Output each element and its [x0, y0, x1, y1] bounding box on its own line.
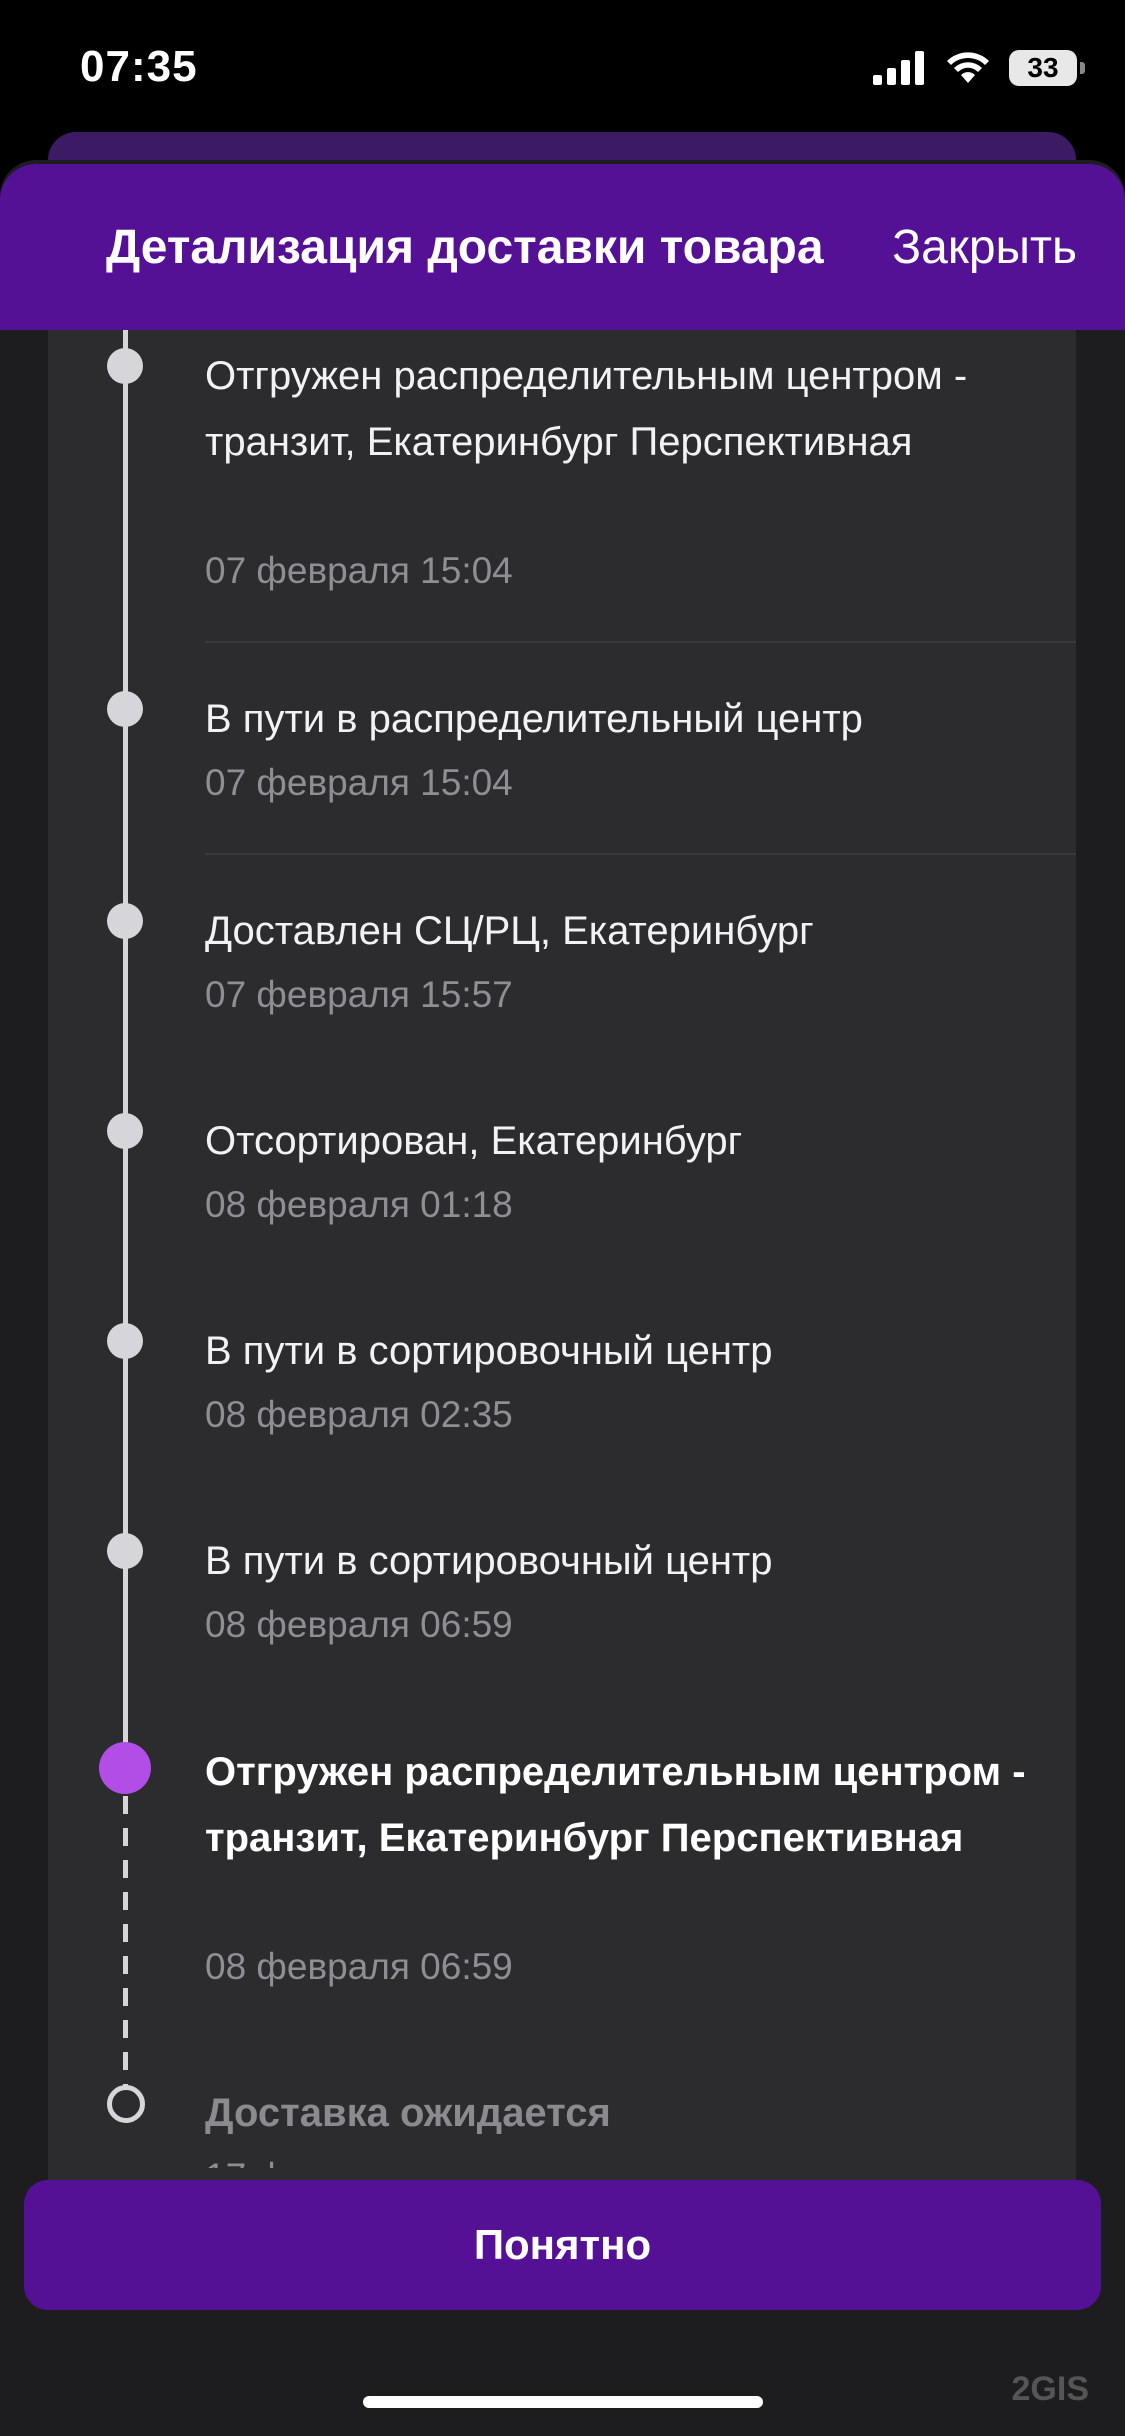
- divider: [205, 641, 1076, 643]
- timeline-pending-line: [123, 1796, 128, 2096]
- divider: [205, 853, 1076, 855]
- timeline-dot: [107, 1533, 143, 1569]
- battery-icon: 33: [1009, 50, 1085, 86]
- event-date: 08 февраля 01:18: [205, 1184, 513, 1225]
- sheet-header: Детализация доставки товара Закрыть: [0, 164, 1125, 330]
- timeline-dot: [107, 903, 143, 939]
- sheet-bottom-edge: [48, 2168, 1076, 2180]
- timeline-dot: [107, 1113, 143, 1149]
- timeline-dot: [107, 348, 143, 384]
- event-title-pending: Доставка ожидается: [205, 2091, 611, 2135]
- event-title: Отсортирован, Екатеринбург: [205, 1119, 743, 1163]
- status-bar: 07:35 33: [0, 0, 1125, 135]
- home-indicator: [363, 2396, 763, 2408]
- page-title: Детализация доставки товара: [106, 221, 824, 274]
- status-time: 07:35: [80, 42, 198, 91]
- event-title: В пути в сортировочный центр: [205, 1539, 773, 1583]
- event-title: Доставлен СЦ/РЦ, Екатеринбург: [205, 909, 814, 953]
- event-title: Отгружен распределительным центром - тра…: [205, 354, 968, 464]
- wifi-icon: [947, 52, 989, 83]
- status-icons: 33: [873, 48, 1085, 88]
- event-date: 08 февраля 06:59: [205, 1604, 513, 1645]
- event-title: В пути в распределительный центр: [205, 697, 863, 741]
- close-button[interactable]: Закрыть: [892, 220, 1077, 275]
- watermark-logo: 2GIS: [1011, 2370, 1089, 2408]
- timeline-pending-dot: [107, 2085, 145, 2123]
- event-date: 07 февраля 15:04: [205, 762, 513, 803]
- event-date: 07 февраля 15:57: [205, 974, 513, 1015]
- event-title: В пути в сортировочный центр: [205, 1329, 773, 1373]
- event-date: 08 февраля 06:59: [205, 1946, 513, 1987]
- event-date: 07 февраля 15:04: [205, 550, 513, 591]
- timeline-card: [48, 330, 1076, 2260]
- timeline-dot: [107, 1323, 143, 1359]
- event-date: 08 февраля 02:35: [205, 1394, 513, 1435]
- ok-button[interactable]: Понятно: [24, 2180, 1101, 2310]
- timeline-current-dot: [99, 1742, 151, 1794]
- event-title-current: Отгружен распределительным центром - тра…: [205, 1750, 1026, 1860]
- cellular-signal-icon: [873, 51, 924, 85]
- timeline-dot: [107, 691, 143, 727]
